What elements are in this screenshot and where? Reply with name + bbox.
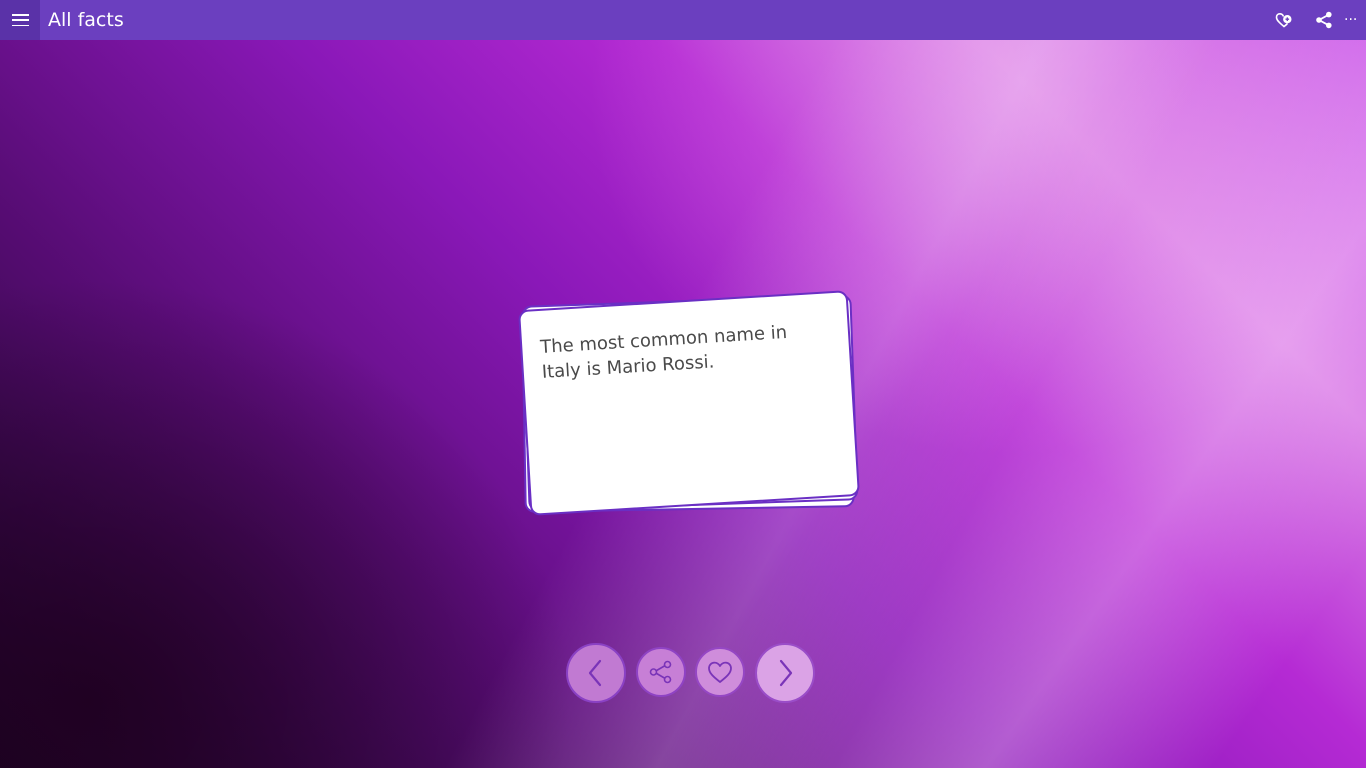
chevron-right-icon: [779, 659, 793, 687]
share-icon: [649, 660, 672, 684]
fact-card-stack: The most common name in Italy is Mario R…: [518, 290, 860, 516]
fact-text: The most common name in Italy is Mario R…: [539, 321, 788, 383]
menu-button[interactable]: [0, 0, 40, 40]
more-options-label: ···: [1344, 12, 1358, 28]
chevron-left-icon: [588, 659, 602, 687]
hamburger-menu-icon: [11, 14, 29, 26]
share-button[interactable]: [1304, 0, 1344, 40]
title-bar: All facts ···: [0, 0, 1366, 40]
title-actions: ···: [1264, 0, 1366, 40]
share-fact-button[interactable]: [636, 647, 686, 697]
favorites-button[interactable]: [1264, 0, 1304, 40]
previous-fact-button[interactable]: [566, 643, 626, 703]
favorites-heart-icon: [1275, 12, 1292, 28]
fact-card[interactable]: The most common name in Italy is Mario R…: [518, 290, 860, 516]
more-options-button[interactable]: ···: [1344, 0, 1366, 40]
next-fact-button[interactable]: [755, 643, 815, 703]
favorite-fact-button[interactable]: [695, 647, 745, 697]
share-icon: [1316, 11, 1332, 29]
heart-icon: [708, 661, 732, 683]
page-title: All facts: [48, 9, 124, 31]
